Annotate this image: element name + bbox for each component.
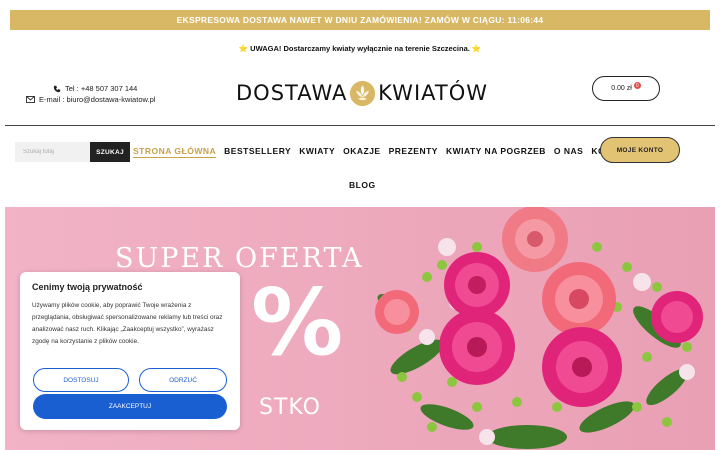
nav-item-occasions[interactable]: OKAZJE xyxy=(343,146,380,158)
cookie-title: Cenimy twoją prywatność xyxy=(32,282,143,292)
header-divider xyxy=(5,125,715,126)
phone-row[interactable]: Tel : +48 507 307 144 xyxy=(26,83,155,94)
search-input[interactable] xyxy=(15,142,90,162)
nav-item-flowers[interactable]: KWIATY xyxy=(299,146,335,158)
envelope-icon xyxy=(26,96,35,103)
nav-item-gifts[interactable]: PREZENTY xyxy=(389,146,438,158)
logo-text-right: KWIATÓW xyxy=(378,81,488,105)
promo-bar: EKSPRESOWA DOSTAWA NAWET W DNIU ZAMÓWIEN… xyxy=(10,10,710,30)
cart-button[interactable]: 0.00 zł 0 xyxy=(592,76,660,101)
main-nav: STRONA GŁÓWNA BESTSELLERY KWIATY OKAZJE … xyxy=(133,146,644,158)
customize-button[interactable]: DOSTOSUJ xyxy=(33,368,129,392)
site-logo[interactable]: DOSTAWA KWIATÓW xyxy=(236,78,488,108)
reject-button[interactable]: ODRZUĆ xyxy=(139,368,227,392)
phone-icon xyxy=(53,85,61,92)
nav-item-funeral[interactable]: KWIATY NA POGRZEB xyxy=(446,146,546,158)
promo-text: EKSPRESOWA DOSTAWA NAWET W DNIU ZAMÓWIEN… xyxy=(176,15,544,25)
cookie-consent-dialog: Cenimy twoją prywatność Używamy plików c… xyxy=(20,272,240,430)
hero-subtitle: STKO xyxy=(259,395,321,420)
search-form: SZUKAJ xyxy=(15,142,130,162)
cart-amount: 0.00 zł xyxy=(611,85,632,92)
accept-all-button[interactable]: ZAAKCEPTUJ xyxy=(33,394,227,419)
search-button[interactable]: SZUKAJ xyxy=(90,142,130,162)
contact-info: Tel : +48 507 307 144 E-mail : biuro@dos… xyxy=(26,83,155,105)
email-text: E-mail : biuro@dostawa-kwiatow.pl xyxy=(39,95,156,104)
cookie-secondary-buttons: DOSTOSUJ ODRZUĆ xyxy=(33,368,227,392)
phone-text: Tel : +48 507 307 144 xyxy=(65,84,138,93)
nav-item-bestsellers[interactable]: BESTSELLERY xyxy=(224,146,291,158)
flower-emblem-icon xyxy=(350,80,376,106)
my-account-button[interactable]: MOJE KONTO xyxy=(600,137,680,163)
logo-text-left: DOSTAWA xyxy=(236,81,348,105)
cookie-text: Używamy plików cookie, aby poprawić Twoj… xyxy=(32,302,223,345)
hero-percent: % xyxy=(251,269,344,376)
email-row[interactable]: E-mail : biuro@dostawa-kwiatow.pl xyxy=(26,94,155,105)
nav-item-about[interactable]: O NAS xyxy=(554,146,583,158)
flower-bouquet-image xyxy=(375,207,703,449)
nav-item-home[interactable]: STRONA GŁÓWNA xyxy=(133,146,217,158)
cart-count-badge: 0 xyxy=(633,82,641,89)
nav-item-blog[interactable]: BLOG xyxy=(349,180,376,190)
delivery-notice: ⭐ UWAGA! Dostarczamy kwiaty wyłącznie na… xyxy=(238,44,482,53)
